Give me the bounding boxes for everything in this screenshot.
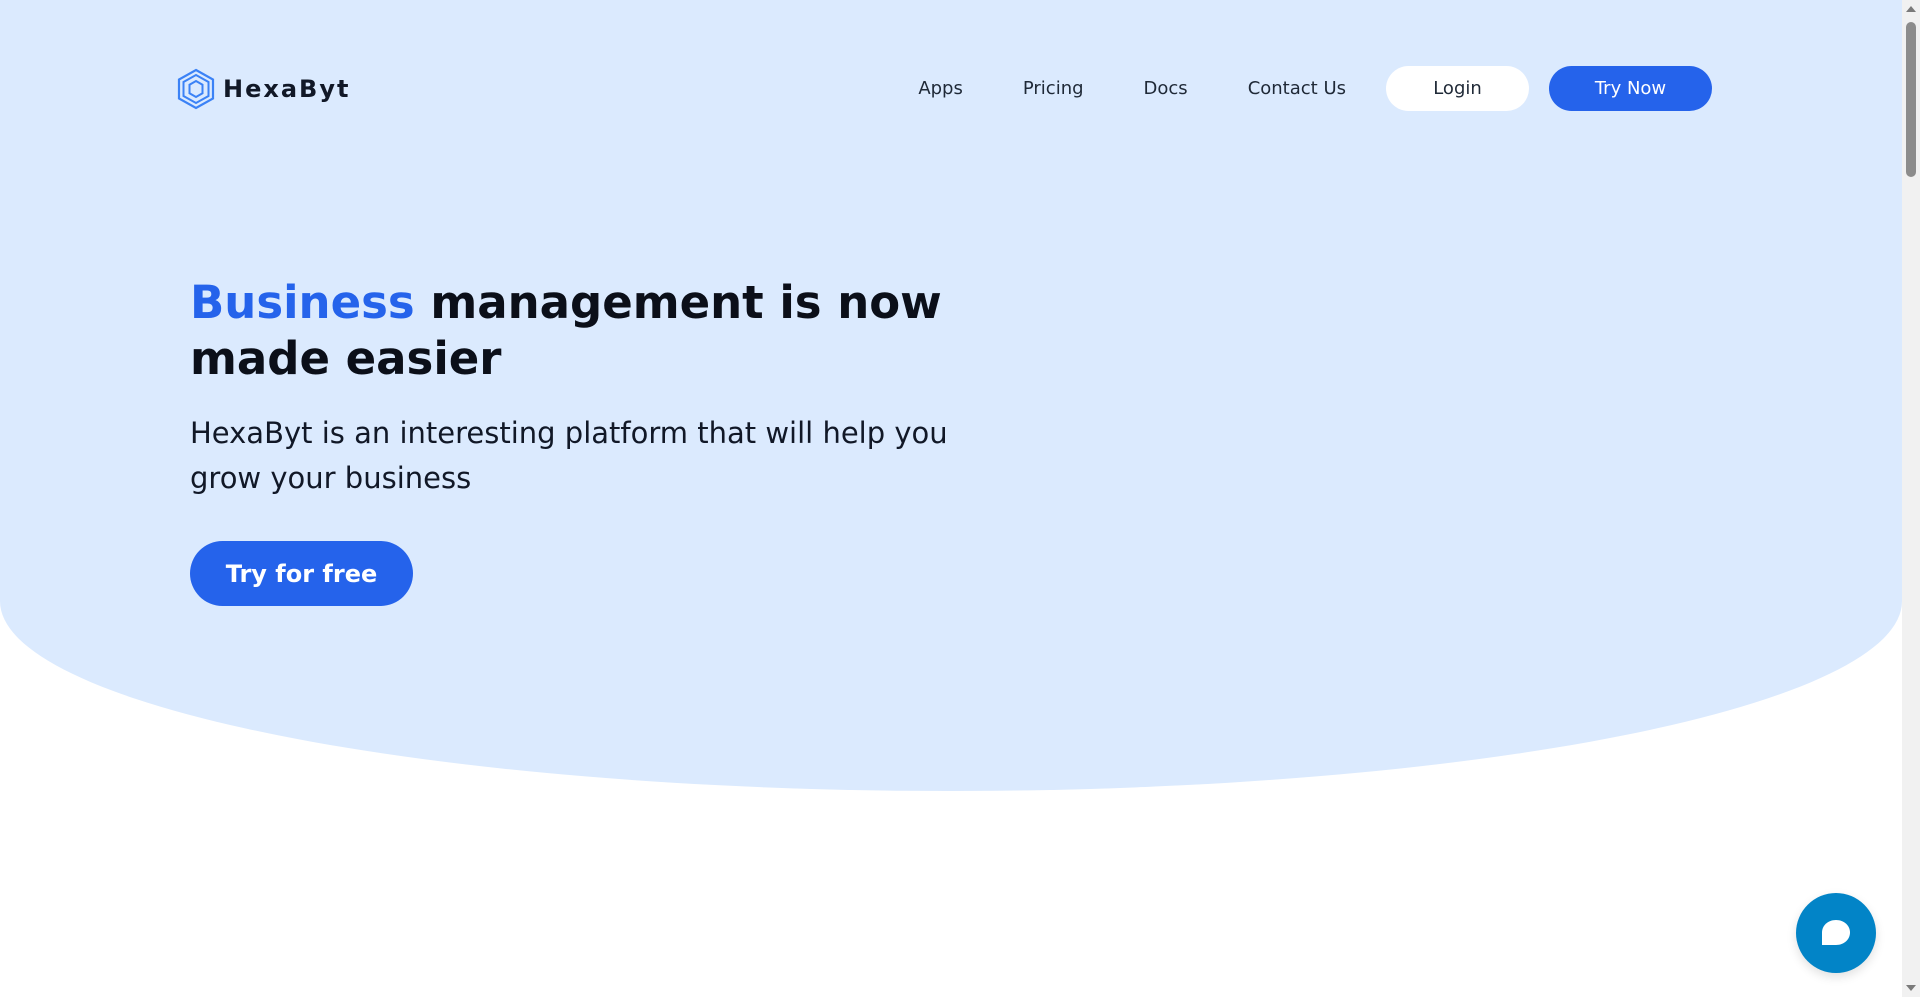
try-for-free-button[interactable]: Try for free	[190, 541, 413, 606]
nav-link-apps[interactable]: Apps	[918, 78, 963, 99]
scroll-up-arrow-icon[interactable]	[1906, 6, 1916, 12]
scroll-down-arrow-icon[interactable]	[1906, 985, 1916, 991]
chat-bubble-icon	[1821, 919, 1851, 947]
hexagon-logo-icon	[175, 68, 217, 110]
nav-link-pricing[interactable]: Pricing	[1023, 78, 1084, 99]
top-navbar: HexaByt Apps Pricing Docs Contact Us Log…	[175, 66, 1712, 111]
brand-name: HexaByt	[223, 74, 351, 103]
hero-subtitle: HexaByt is an interesting platform that …	[190, 416, 948, 495]
brand-logo[interactable]: HexaByt	[175, 68, 350, 110]
nav-link-docs[interactable]: Docs	[1144, 78, 1188, 99]
landing-page: HexaByt Apps Pricing Docs Contact Us Log…	[0, 0, 1920, 997]
login-button[interactable]: Login	[1386, 66, 1529, 111]
try-now-button[interactable]: Try Now	[1549, 66, 1712, 111]
hero-title: Business management is now made easier	[190, 275, 990, 387]
nav-link-contact-us[interactable]: Contact Us	[1248, 78, 1346, 99]
hero-title-accent: Business	[190, 276, 415, 329]
hero-section: Business management is now made easier H…	[190, 275, 990, 606]
scrollbar-thumb[interactable]	[1906, 22, 1916, 177]
nav-links: Apps Pricing Docs Contact Us Login Try N…	[918, 66, 1712, 111]
vertical-scrollbar[interactable]	[1902, 0, 1920, 997]
chat-launcher-button[interactable]	[1796, 893, 1876, 973]
